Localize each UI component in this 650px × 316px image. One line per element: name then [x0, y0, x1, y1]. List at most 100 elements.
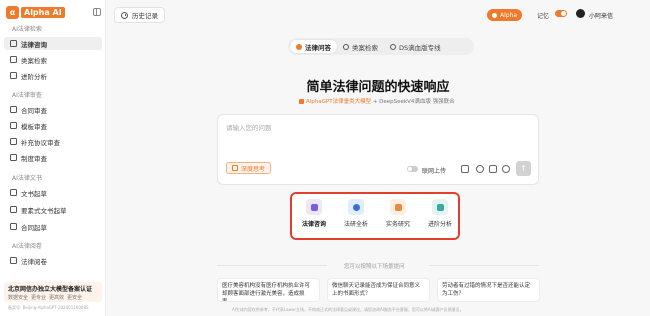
memory-label: 记忆	[537, 13, 550, 20]
tab-label: 类案检索	[352, 43, 378, 52]
question-input-card: 深度思考 联网上传 ↑	[217, 114, 539, 185]
supplement-icon	[10, 138, 17, 145]
sidebar-item-legal-consult[interactable]: 法律咨询	[4, 37, 102, 50]
page-subtitle: AlphaGPT法律垂类大模型 + DeepSeekV4满血版 强强联合	[299, 97, 455, 105]
section-title-reading: AI法律阅卷	[12, 243, 42, 250]
tab-ds-line[interactable]: DS满血版专线	[384, 40, 447, 53]
section-title-retrieval: AI法律检索	[12, 26, 42, 33]
sidebar-item-label: 制度审查	[21, 154, 47, 163]
app-logo[interactable]: α Alpha AI	[6, 6, 65, 19]
sidebar-item-doc-drafting[interactable]: 文书起草	[4, 186, 102, 199]
promo-tag: 更安全	[67, 295, 83, 301]
promo-tag: 更高效	[49, 295, 65, 301]
microphone-icon[interactable]	[502, 165, 510, 173]
history-button[interactable]: 历史记录	[114, 7, 165, 23]
brain-icon	[232, 165, 238, 171]
avatar[interactable]	[576, 9, 585, 18]
expand-icon[interactable]	[461, 165, 469, 173]
tab-label: DS满血版专线	[399, 43, 441, 52]
contract-icon	[10, 223, 17, 230]
feature-label: 进阶分析	[427, 221, 452, 228]
suggestion-card[interactable]: 劳动者有过错的情况下是否还能认定为工伤？	[437, 278, 540, 302]
sidebar-collapse-icon[interactable]	[93, 8, 101, 16]
logo-text: Alpha AI	[21, 7, 65, 18]
promo-tag: 更专业	[31, 295, 47, 301]
settings-icon[interactable]	[476, 165, 484, 173]
sidebar-item-label: 文书起草	[21, 189, 47, 198]
certification-promo: 北京网信办独立大模型备案认证 数据安全 更专业 更高效 更安全	[4, 282, 102, 302]
consult-icon	[306, 199, 322, 215]
beian-number: 备案号: Beijing-AlphaGPT-20240116008S	[8, 305, 89, 310]
folder-icon	[10, 257, 17, 264]
policy-icon	[10, 154, 17, 161]
logo-icon: α	[6, 6, 19, 19]
feature-label: 法研全析	[343, 221, 368, 228]
sidebar-item-contract-drafting[interactable]: 合同起草	[4, 220, 102, 233]
disclaimer-note: AI生成内容仅供参考，不代表Lawor立场，不构成正式的法律意见或建议。请您咨询…	[232, 307, 464, 312]
lightning-icon	[390, 43, 396, 50]
search-icon	[343, 43, 349, 50]
sidebar-item-label: 合同起草	[21, 223, 47, 232]
sidebar-item-label: 要素式文书起草	[21, 206, 67, 215]
send-button[interactable]: ↑	[516, 161, 531, 176]
tab-label: 法律问答	[305, 43, 331, 52]
template-icon	[10, 122, 17, 129]
tab-legal-qa[interactable]: 法律问答	[290, 40, 337, 53]
document-icon	[10, 106, 17, 113]
subtitle-brand: AlphaGPT法律垂类大模型	[306, 99, 372, 105]
clock-icon	[121, 11, 128, 19]
sidebar-item-label: 法律咨询	[21, 40, 47, 49]
feature-advanced-analysis[interactable]: 进阶分析	[421, 199, 459, 235]
suggestion-card[interactable]: 医疗美容机构没有医疗机构执业许可却顾客面部进行激光美容，造成损害...	[217, 278, 320, 302]
promo-tags: 数据安全 更专业 更高效 更安全	[8, 294, 98, 301]
subtitle-rest: + DeepSeekV4满血版 强强联合	[371, 99, 455, 105]
sidebar-item-template-review[interactable]: 模板审查	[4, 119, 102, 132]
feature-legal-analysis[interactable]: 法研全析	[337, 199, 375, 235]
alpha-label: Alpha	[500, 11, 518, 19]
history-label: 历史记录	[132, 12, 158, 20]
sidebar-item-label: 合同审查	[21, 106, 47, 115]
sidebar-item-case-reading[interactable]: 法律阅卷	[4, 254, 102, 267]
sidebar-item-label: 模板审查	[21, 122, 47, 131]
search-icon	[10, 56, 17, 63]
feature-grid: 法律咨询 法研全析 实务研究 进阶分析	[290, 192, 460, 240]
page-title: 简单法律问题的快速响应	[306, 80, 450, 95]
feature-legal-consult[interactable]: 法律咨询	[295, 199, 333, 235]
brand-icon	[299, 99, 304, 104]
mode-tabs: 法律问答 类案检索 DS满血版专线	[288, 38, 474, 55]
sidebar-item-label: 补充协议审查	[21, 138, 60, 147]
feature-practice-research[interactable]: 实务研究	[379, 199, 417, 235]
sidebar-item-supplement-review[interactable]: 补充协议审查	[4, 135, 102, 148]
promo-title: 北京网信办独立大模型备案认证	[8, 286, 93, 293]
question-input[interactable]	[226, 122, 526, 134]
section-title-documents: AI法律文书	[12, 175, 42, 182]
sidebar-item-element-drafting[interactable]: 要素式文书起草	[4, 203, 102, 216]
web-upload-toggle[interactable]	[407, 166, 418, 172]
memory-toggle[interactable]	[555, 10, 567, 17]
feature-label: 实务研究	[385, 221, 410, 228]
web-upload-label: 联网上传	[422, 168, 447, 175]
pen-icon	[10, 189, 17, 196]
grid-icon	[432, 199, 448, 215]
sidebar-item-label: 类案检索	[21, 56, 47, 65]
suggestion-title: 您可以按照以下场景提问	[344, 264, 405, 270]
deep-think-button[interactable]: 深度思考	[226, 162, 272, 174]
feature-label: 法律咨询	[301, 221, 326, 228]
form-icon	[10, 206, 17, 213]
graduation-cap-icon	[390, 199, 406, 215]
alpha-icon	[492, 12, 497, 18]
sidebar-item-contract-review[interactable]: 合同审查	[4, 103, 102, 116]
send-icon: ↑	[520, 164, 527, 173]
user-name[interactable]: 小阿来信	[589, 11, 613, 20]
attachment-icon[interactable]	[489, 165, 497, 173]
promo-tag: 数据安全	[8, 295, 29, 301]
suggestion-card[interactable]: 微信聊天记录能否成为保证合同意义上的书面形式？	[327, 278, 430, 302]
sidebar-item-case-search[interactable]: 类案检索	[4, 53, 102, 66]
alpha-badge-button[interactable]: Alpha	[487, 9, 523, 21]
analysis-search-icon	[348, 199, 364, 215]
sidebar: α Alpha AI AI法律检索 法律咨询 类案检索 进阶分析 AI法律审查 …	[0, 0, 106, 316]
qa-icon	[296, 43, 302, 50]
tab-case-search[interactable]: 类案检索	[337, 40, 384, 53]
deep-think-label: 深度思考	[241, 165, 266, 173]
sidebar-item-policy-review[interactable]: 制度审查	[4, 151, 102, 164]
